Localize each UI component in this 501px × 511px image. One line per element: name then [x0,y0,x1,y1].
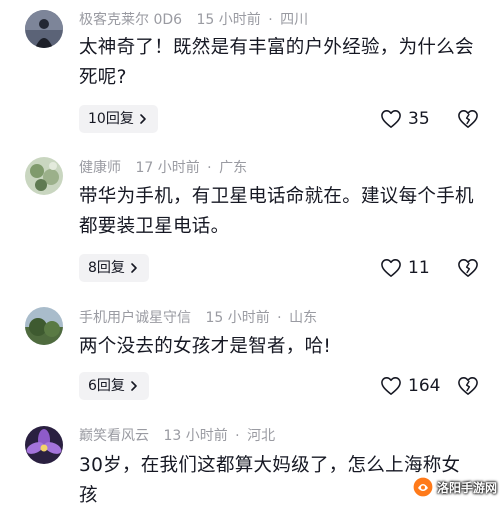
comment-meta: 极客克莱尔 0D6 15 小时前 · 四川 [79,10,308,30]
comment-time: 15 小时前 [205,310,270,326]
broken-heart-icon [458,259,478,277]
view-replies-button[interactable]: 8回复 [79,254,149,282]
like-count: 164 [408,376,441,396]
replies-label: 8回复 [88,260,125,276]
replies-label: 6回复 [88,378,125,394]
watermark-logo-icon [412,476,434,498]
meta-separator: · [207,160,212,176]
avatar[interactable] [25,307,63,345]
comment-meta: 巅笑看风云 13 小时前 · 河北 [79,426,275,446]
meta-separator: · [268,12,273,28]
comment-meta: 手机用户诚星守信 15 小时前 · 山东 [79,308,317,328]
like-button[interactable]: 164 [380,372,440,400]
username[interactable]: 健康师 [79,160,121,176]
avatar[interactable] [25,10,63,48]
avatar-image [25,157,63,195]
view-replies-button[interactable]: 6回复 [79,372,149,400]
chevron-right-icon [131,263,137,273]
replies-label: 10回复 [88,111,134,127]
view-replies-button[interactable]: 10回复 [79,105,158,133]
dislike-button[interactable] [457,254,479,282]
comment-location: 河北 [247,428,276,444]
username[interactable]: 手机用户诚星守信 [79,310,191,326]
broken-heart-icon [458,377,478,395]
comment-text: 太神奇了！既然是有丰富的户外经验，为什么会死呢? [79,37,474,88]
meta-separator: · [277,310,282,326]
comment-location: 四川 [280,12,309,28]
avatar-image [25,426,63,464]
heart-outline-icon [381,377,401,395]
like-count: 11 [408,258,430,278]
heart-outline-icon [381,259,401,277]
watermark-text: 洛阳手游网 [436,480,497,495]
comment-location: 山东 [289,310,318,326]
comment-time: 17 小时前 [135,160,200,176]
like-count: 35 [408,109,430,129]
avatar[interactable] [25,426,63,464]
username[interactable]: 巅笑看风云 [79,428,149,444]
comment-text: 30岁，在我们这都算大妈级了，怎么上海称女孩 [79,455,461,506]
avatar-image [25,307,63,345]
username[interactable]: 极客克莱尔 0D6 [79,12,182,28]
dislike-button[interactable] [457,105,479,133]
comment-meta: 健康师 17 小时前 · 广东 [79,158,247,178]
comment-text: 带华为手机，有卫星电话命就在。建议每个手机都要装卫星电话。 [79,186,474,237]
comment-text: 两个没去的女孩才是智者，哈! [79,336,332,357]
avatar-image [25,10,63,48]
comment-location: 广东 [219,160,248,176]
comment-time: 15 小时前 [196,12,261,28]
like-button[interactable]: 11 [380,254,430,282]
heart-outline-icon [381,110,401,128]
avatar[interactable] [25,157,63,195]
comment-time: 13 小时前 [163,428,228,444]
broken-heart-icon [458,110,478,128]
dislike-button[interactable] [457,372,479,400]
meta-separator: · [235,428,240,444]
chevron-right-icon [131,381,137,391]
chevron-right-icon [140,114,146,124]
watermark: 洛阳手游网 [412,476,497,498]
like-button[interactable]: 35 [380,105,430,133]
